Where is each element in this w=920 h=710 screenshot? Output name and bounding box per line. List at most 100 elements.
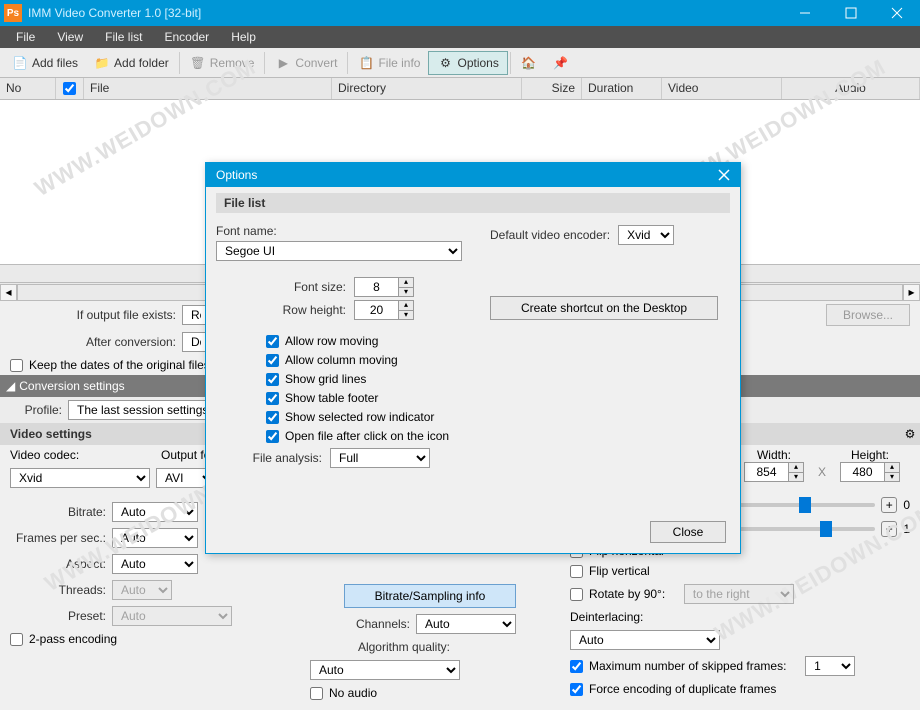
two-pass-checkbox[interactable] (10, 633, 23, 646)
minimize-button[interactable] (782, 0, 828, 26)
font-name-label: Font name: (216, 224, 277, 238)
plus-icon[interactable]: + (881, 521, 897, 537)
profile-select[interactable]: The last session settings (68, 400, 228, 420)
channels-select[interactable]: Auto (416, 614, 516, 634)
dialog-title: Options (216, 168, 257, 182)
keep-dates-label: Keep the dates of the original files (29, 358, 210, 372)
pin-icon: 📌 (553, 55, 569, 71)
options-button[interactable]: ⚙Options (428, 51, 507, 75)
dialog-close-icon[interactable] (714, 165, 734, 185)
max-skip-checkbox[interactable] (570, 660, 583, 673)
channels-label: Channels: (310, 617, 410, 631)
no-audio-checkbox[interactable] (310, 687, 323, 700)
file-info-icon: 📋 (358, 55, 374, 71)
menu-encoder[interactable]: Encoder (154, 28, 219, 46)
width-spinner[interactable]: ▴▾ (744, 462, 804, 482)
advanced-gear-icon[interactable]: ⚙ (900, 424, 920, 444)
scroll-left-icon[interactable]: ◂ (0, 284, 17, 301)
window-title: IMM Video Converter 1.0 [32-bit] (28, 6, 782, 20)
col-file[interactable]: File (84, 78, 332, 99)
file-info-button[interactable]: 📋File info (350, 52, 428, 74)
row-height-spinner[interactable]: ▴▾ (354, 300, 414, 320)
col-check[interactable] (56, 78, 84, 99)
height-spinner[interactable]: ▴▾ (840, 462, 900, 482)
col-no[interactable]: No (0, 78, 56, 99)
home-icon: 🏠 (521, 55, 537, 71)
aspect-select[interactable]: Auto (112, 554, 198, 574)
threads-label: Threads: (10, 583, 106, 597)
force-dup-checkbox[interactable] (570, 683, 583, 696)
bitrate-sampling-button[interactable]: Bitrate/Sampling info (344, 584, 517, 608)
after-conversion-label: After conversion: (10, 335, 176, 349)
font-size-label: Font size: (216, 280, 346, 294)
col-directory[interactable]: Directory (332, 78, 522, 99)
gear-icon: ⚙ (437, 55, 453, 71)
dialog-close-button[interactable]: Close (650, 521, 726, 543)
show-selected-row-checkbox[interactable] (266, 411, 279, 424)
show-table-footer-checkbox[interactable] (266, 392, 279, 405)
plus-icon[interactable]: + (881, 497, 897, 513)
allow-row-moving-checkbox[interactable] (266, 335, 279, 348)
scroll-right-icon[interactable]: ▸ (903, 284, 920, 301)
algorithm-quality-label: Algorithm quality: (310, 640, 450, 654)
add-files-button[interactable]: 📄Add files (4, 52, 86, 74)
deinterlacing-select[interactable]: Auto (570, 630, 720, 650)
profile-label: Profile: (10, 403, 62, 417)
convert-icon: ▶ (275, 55, 291, 71)
default-encoder-select[interactable]: Xvid (618, 225, 674, 245)
remove-button[interactable]: 🗑Remove (182, 52, 263, 74)
width-label: Width: (744, 448, 804, 462)
menu-help[interactable]: Help (221, 28, 266, 46)
max-skip-select[interactable]: 1 (805, 656, 855, 676)
fps-select[interactable]: Auto (112, 528, 198, 548)
maximize-button[interactable] (828, 0, 874, 26)
allow-column-moving-checkbox[interactable] (266, 354, 279, 367)
algorithm-quality-select[interactable]: Auto (310, 660, 460, 680)
file-analysis-select[interactable]: Full (330, 448, 430, 468)
open-file-click-checkbox[interactable] (266, 430, 279, 443)
col-size[interactable]: Size (522, 78, 582, 99)
title-bar: Ps IMM Video Converter 1.0 [32-bit] (0, 0, 920, 26)
preset-select: Auto (112, 606, 232, 626)
menu-view[interactable]: View (47, 28, 93, 46)
file-analysis-label: File analysis: (216, 451, 322, 465)
pin-button[interactable]: 📌 (545, 52, 577, 74)
flip-vertical-checkbox[interactable] (570, 565, 583, 578)
col-duration[interactable]: Duration (582, 78, 662, 99)
keep-dates-checkbox[interactable] (10, 359, 23, 372)
convert-button[interactable]: ▶Convert (267, 52, 345, 74)
row-height-label: Row height: (216, 303, 346, 317)
bitrate-label: Bitrate: (10, 505, 106, 519)
font-size-spinner[interactable]: ▴▾ (354, 277, 414, 297)
remove-icon: 🗑 (190, 55, 206, 71)
threads-select: Auto (112, 580, 172, 600)
show-grid-lines-checkbox[interactable] (266, 373, 279, 386)
menu-bar: File View File list Encoder Help (0, 26, 920, 48)
select-all-checkbox[interactable] (63, 82, 76, 95)
menu-filelist[interactable]: File list (95, 28, 152, 46)
create-shortcut-button[interactable]: Create shortcut on the Desktop (490, 296, 718, 320)
collapse-icon: ◢ (6, 379, 15, 393)
video-codec-label: Video codec: (10, 448, 155, 462)
fps-label: Frames per sec.: (10, 531, 106, 545)
col-audio[interactable]: Audio (782, 78, 920, 99)
filelist-section-header: File list (216, 193, 730, 213)
if-exists-label: If output file exists: (10, 308, 176, 322)
home-button[interactable]: 🏠 (513, 52, 545, 74)
bitrate-select[interactable]: Auto (112, 502, 198, 522)
font-name-select[interactable]: Segoe UI (216, 241, 462, 261)
aspect-label: Aspect: (10, 557, 106, 571)
options-dialog: Options File list Font name: Segoe UI Fo… (205, 162, 741, 554)
video-codec-select[interactable]: Xvid (10, 468, 150, 488)
add-folder-icon: 📁 (94, 55, 110, 71)
table-header: No File Directory Size Duration Video Au… (0, 78, 920, 100)
add-file-icon: 📄 (12, 55, 28, 71)
deinterlacing-label: Deinterlacing: (570, 610, 643, 624)
browse-button[interactable]: Browse... (826, 304, 910, 326)
app-icon: Ps (4, 4, 22, 22)
menu-file[interactable]: File (6, 28, 45, 46)
close-button[interactable] (874, 0, 920, 26)
col-video[interactable]: Video (662, 78, 782, 99)
rotate-checkbox[interactable] (570, 588, 583, 601)
add-folder-button[interactable]: 📁Add folder (86, 52, 177, 74)
